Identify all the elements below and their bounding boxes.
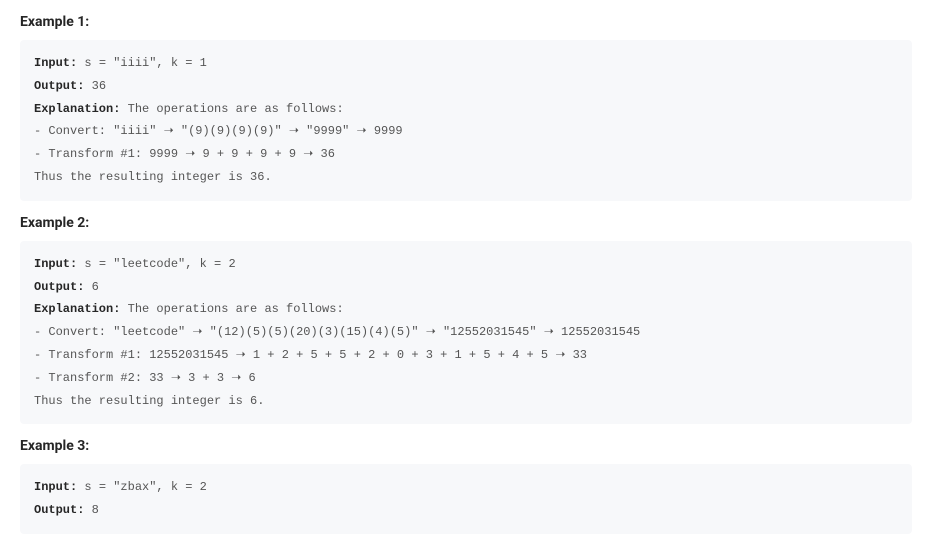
explanation-label: Explanation:	[34, 102, 120, 116]
input-label: Input:	[34, 257, 77, 271]
example-1: Example 1: Input: s = "iiii", k = 1 Outp…	[20, 14, 912, 201]
output-label: Output:	[34, 280, 84, 294]
explanation-intro: The operations are as follows:	[120, 102, 343, 116]
example-heading: Example 3:	[20, 438, 912, 454]
example-3: Example 3: Input: s = "zbax", k = 2 Outp…	[20, 438, 912, 534]
explanation-line: - Transform #2: 33 ➝ 3 + 3 ➝ 6	[34, 371, 256, 385]
output-value: 36	[84, 79, 106, 93]
explanation-line: - Transform #1: 9999 ➝ 9 + 9 + 9 + 9 ➝ 3…	[34, 147, 335, 161]
example-code-block: Input: s = "iiii", k = 1 Output: 36 Expl…	[20, 40, 912, 201]
example-heading: Example 2:	[20, 215, 912, 231]
input-value: s = "iiii", k = 1	[77, 56, 207, 70]
output-label: Output:	[34, 503, 84, 517]
input-value: s = "leetcode", k = 2	[77, 257, 235, 271]
example-2: Example 2: Input: s = "leetcode", k = 2 …	[20, 215, 912, 425]
example-code-block: Input: s = "leetcode", k = 2 Output: 6 E…	[20, 241, 912, 425]
explanation-line: - Transform #1: 12552031545 ➝ 1 + 2 + 5 …	[34, 348, 587, 362]
input-label: Input:	[34, 480, 77, 494]
explanation-line: - Convert: "iiii" ➝ "(9)(9)(9)(9)" ➝ "99…	[34, 124, 403, 138]
explanation-line: Thus the resulting integer is 6.	[34, 394, 264, 408]
output-value: 6	[84, 280, 98, 294]
explanation-intro: The operations are as follows:	[120, 302, 343, 316]
example-code-block: Input: s = "zbax", k = 2 Output: 8	[20, 464, 912, 534]
example-heading: Example 1:	[20, 14, 912, 30]
explanation-line: - Convert: "leetcode" ➝ "(12)(5)(5)(20)(…	[34, 325, 640, 339]
explanation-label: Explanation:	[34, 302, 120, 316]
input-label: Input:	[34, 56, 77, 70]
output-label: Output:	[34, 79, 84, 93]
explanation-line: Thus the resulting integer is 36.	[34, 170, 272, 184]
input-value: s = "zbax", k = 2	[77, 480, 207, 494]
output-value: 8	[84, 503, 98, 517]
